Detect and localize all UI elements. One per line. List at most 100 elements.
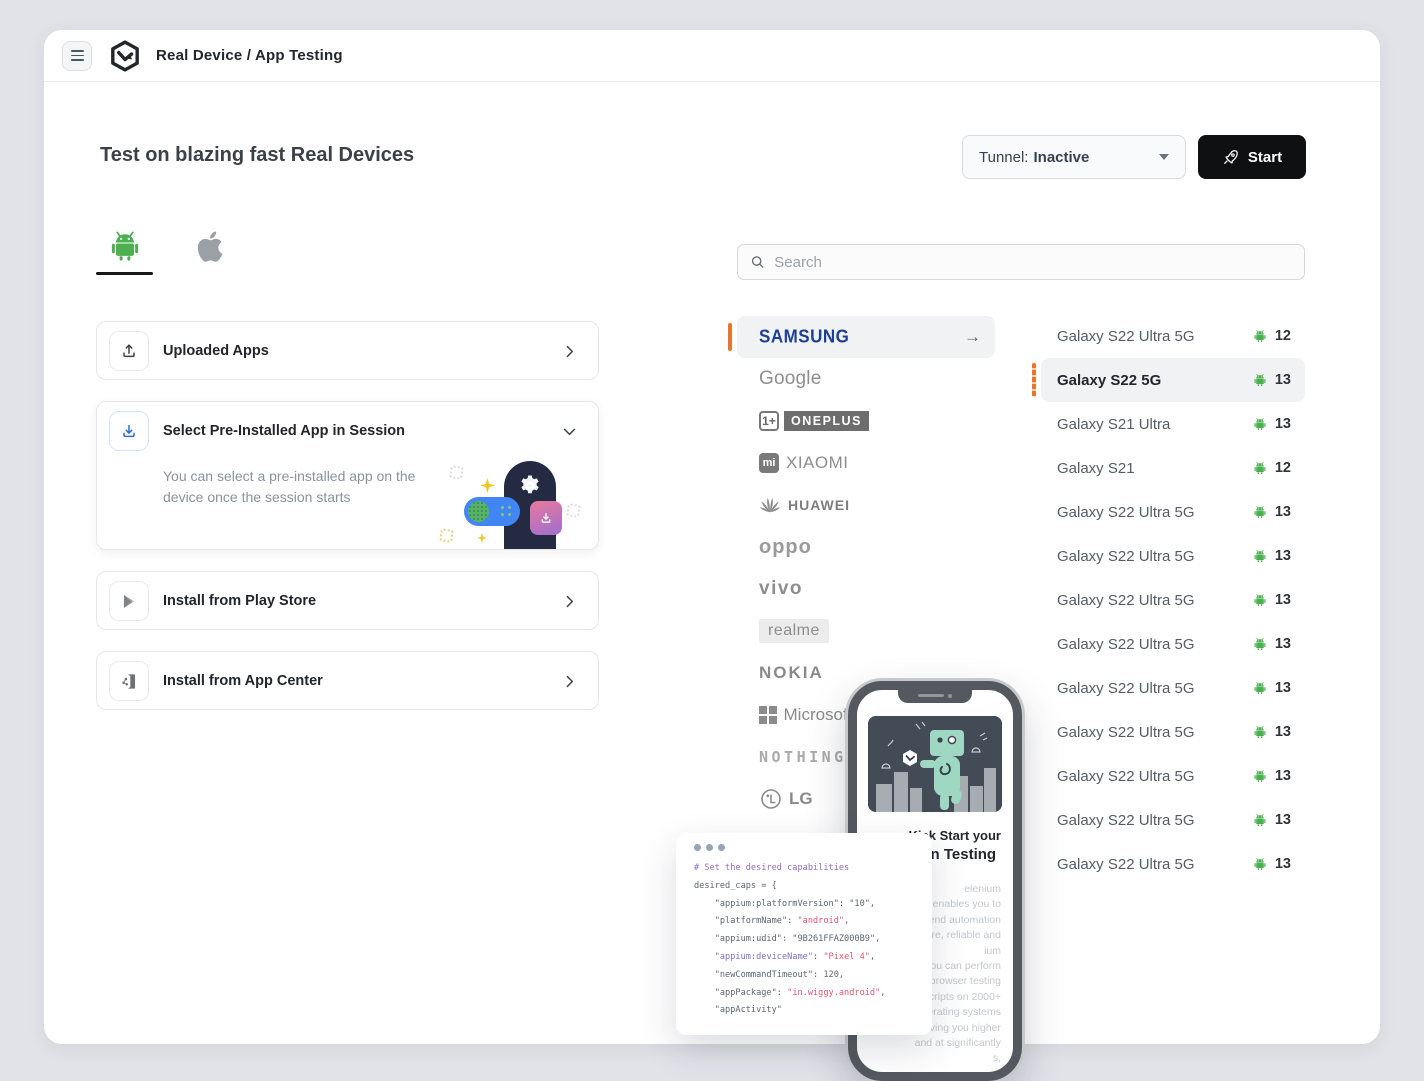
os-version-number: 13: [1275, 680, 1291, 696]
android-icon: [1252, 416, 1268, 432]
brand-item-realme[interactable]: realme: [737, 610, 995, 652]
device-name: Galaxy S22 5G: [1057, 372, 1161, 389]
robot-illustration: [868, 716, 1002, 812]
brand-label: SAMSUNG: [759, 326, 849, 348]
chevron-right-icon: [561, 593, 578, 610]
play-store-card[interactable]: Install from Play Store: [96, 571, 599, 630]
code-line: "newCommandTimeout": 120,: [694, 967, 932, 985]
device-name: Galaxy S21 Ultra: [1057, 416, 1170, 433]
device-name: Galaxy S22 Ultra 5G: [1057, 812, 1195, 829]
brand-label: vivo: [759, 578, 803, 600]
code-snippet-card: # Set the desired capabilitiesdesired_ca…: [676, 833, 932, 1035]
app-center-icon: [109, 661, 149, 701]
os-version-number: 13: [1275, 768, 1291, 784]
brand-item-oppo[interactable]: oppo: [737, 526, 995, 568]
device-row-6[interactable]: Galaxy S22 Ultra 5G 13: [1041, 578, 1305, 622]
card-title: Install from Play Store: [163, 593, 316, 609]
device-os-version: 13: [1252, 592, 1291, 608]
android-icon: [1252, 548, 1268, 564]
card-title: Install from App Center: [163, 673, 323, 689]
code-line: "appium:deviceName": "Pixel 4",: [694, 949, 932, 967]
device-row-3[interactable]: Galaxy S2112: [1041, 446, 1305, 490]
brand-label: XIAOMI: [786, 453, 849, 473]
start-label: Start: [1248, 149, 1282, 166]
device-row-11[interactable]: Galaxy S22 Ultra 5G 13: [1041, 798, 1305, 842]
tab-ios[interactable]: [180, 222, 238, 270]
app-center-card[interactable]: Install from App Center: [96, 651, 599, 710]
brand-label: LG: [789, 789, 813, 809]
brand-item-google[interactable]: Google: [737, 358, 995, 400]
code-line: "appium:udid": "9B261FFAZ000B9",: [694, 931, 932, 949]
device-row-12[interactable]: Galaxy S22 Ultra 5G13: [1041, 842, 1305, 886]
paragraph-line: and at significantly: [915, 1036, 1001, 1051]
device-name: Galaxy S22 Ultra 5G: [1057, 548, 1195, 565]
device-os-version: 13: [1252, 372, 1291, 388]
play-store-icon: [109, 581, 149, 621]
device-name: Galaxy S22 Ultra 5G: [1057, 724, 1195, 741]
android-icon: [1252, 856, 1268, 872]
device-row-8[interactable]: Galaxy S22 Ultra 5G 13: [1041, 666, 1305, 710]
preinstalled-app-card[interactable]: Select Pre-Installed App in Session You …: [96, 401, 599, 550]
device-name: Galaxy S22 Ultra 5G: [1057, 592, 1195, 609]
card-title: Uploaded Apps: [163, 343, 269, 359]
device-os-version: 13: [1252, 812, 1291, 828]
device-row-0[interactable]: Galaxy S22 Ultra 5G12: [1041, 314, 1305, 358]
device-name: Galaxy S22 Ultra 5G: [1057, 856, 1195, 873]
window-dots-icon: [694, 844, 932, 851]
active-tab-indicator: [96, 272, 153, 275]
device-list: Galaxy S22 Ultra 5G12Galaxy S22 5G13Gala…: [1041, 314, 1305, 886]
rocket-icon: [1222, 149, 1239, 166]
os-version-number: 13: [1275, 592, 1291, 608]
code-line: "appPackage": "in.wiggy.android",: [694, 985, 932, 1003]
arrow-right-icon: →: [964, 327, 981, 347]
tunnel-dropdown[interactable]: Tunnel: Inactive: [962, 135, 1186, 179]
start-button[interactable]: Start: [1198, 135, 1306, 179]
brand-label: Microsoft: [784, 705, 853, 725]
code-line: "platformName": "android",: [694, 913, 932, 931]
brand-label: realme: [759, 619, 829, 643]
top-header: Real Device / App Testing: [44, 30, 1380, 82]
device-row-1[interactable]: Galaxy S22 5G 13: [1041, 358, 1305, 402]
huawei-logo-icon: [759, 496, 781, 514]
chevron-right-icon: [561, 673, 578, 690]
breadcrumb: Real Device / App Testing: [156, 47, 343, 64]
brand-item-vivo[interactable]: vivo: [737, 568, 995, 610]
device-row-5[interactable]: Galaxy S22 Ultra 5G13: [1041, 534, 1305, 578]
lg-logo-icon: [759, 787, 783, 811]
android-icon: [106, 225, 144, 267]
device-row-4[interactable]: Galaxy S22 Ultra 5G13: [1041, 490, 1305, 534]
brand-item-huawei[interactable]: HUAWEI: [737, 484, 995, 526]
android-icon: [1252, 328, 1268, 344]
chevron-right-icon: [561, 343, 578, 360]
search-input[interactable]: [774, 254, 1292, 271]
apple-icon: [192, 227, 226, 265]
lg-icon: [759, 787, 783, 811]
hamburger-menu-button[interactable]: [62, 41, 92, 71]
tab-android[interactable]: [96, 222, 154, 270]
uploaded-apps-card[interactable]: Uploaded Apps: [96, 321, 599, 380]
device-os-version: 12: [1252, 328, 1291, 344]
android-icon: [1252, 680, 1268, 696]
upload-icon: [109, 331, 149, 371]
code-line: desired_caps = {: [694, 878, 932, 896]
device-row-7[interactable]: Galaxy S22 Ultra 5G13: [1041, 622, 1305, 666]
device-row-9[interactable]: Galaxy S22 Ultra 5G 13: [1041, 710, 1305, 754]
android-icon: [1252, 504, 1268, 520]
android-icon: [1252, 812, 1268, 828]
page-title: Test on blazing fast Real Devices: [100, 144, 414, 167]
device-name: Galaxy S22 Ultra 5G: [1057, 504, 1195, 521]
device-row-2[interactable]: Galaxy S21 Ultra13: [1041, 402, 1305, 446]
android-icon: [1252, 460, 1268, 476]
device-os-version: 13: [1252, 724, 1291, 740]
device-os-version: 12: [1252, 460, 1291, 476]
brand-item-xiaomi[interactable]: mi XIAOMI: [737, 442, 995, 484]
download-icon: [109, 411, 149, 451]
brand-item-oneplus[interactable]: 1+ONEPLUS: [737, 400, 995, 442]
brand-item-samsung[interactable]: SAMSUNG →: [737, 316, 995, 358]
device-name: Galaxy S22 Ultra 5G: [1057, 680, 1195, 697]
brand-label: oppo: [759, 536, 812, 559]
os-version-number: 13: [1275, 636, 1291, 652]
tunnel-label: Tunnel:: [979, 149, 1028, 166]
device-row-10[interactable]: Galaxy S22 Ultra 5G13: [1041, 754, 1305, 798]
xiaomi-logo-icon: mi: [759, 453, 779, 473]
